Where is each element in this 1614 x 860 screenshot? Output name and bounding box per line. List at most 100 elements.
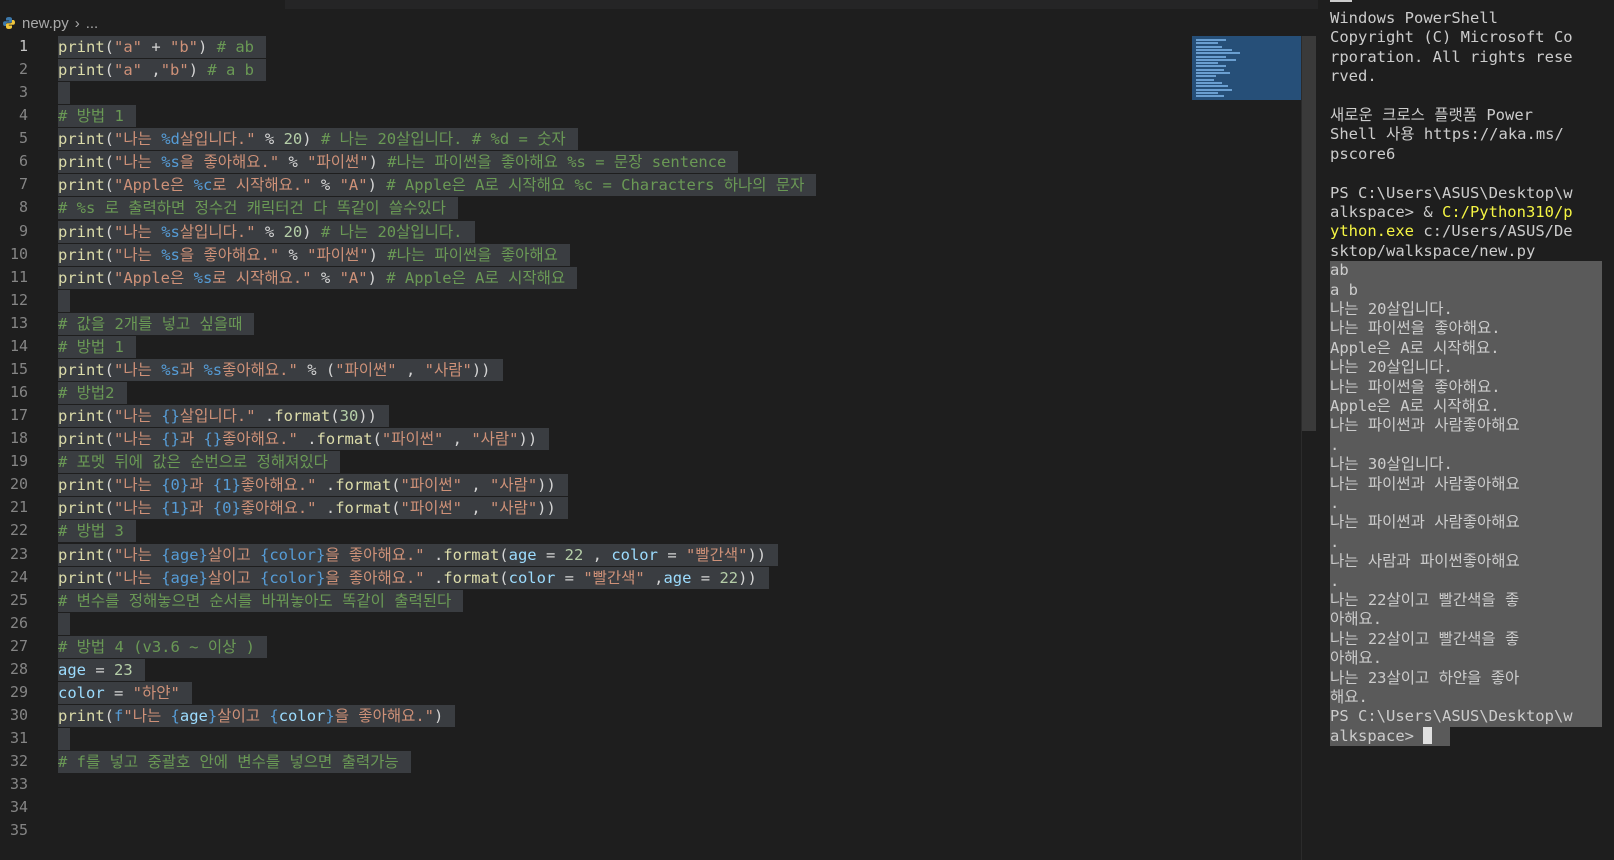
code-text[interactable]: print("나는 %s살입니다." % 20) # 나는 20살입니다. (58, 220, 475, 243)
code-line[interactable]: 1 print("a" + "b") # ab (0, 35, 1320, 59)
code-line[interactable]: 32 # f를 넣고 중괄호 안에 변수를 넣으면 출력가능 (0, 750, 1320, 774)
code-line[interactable]: 14 # 방법 1 (0, 335, 1320, 359)
editor-scrollbar[interactable] (1301, 36, 1316, 860)
code-text[interactable]: print("나는 {1}과 {0}좋아해요." .format("파이썬" ,… (58, 497, 568, 520)
code-line[interactable]: 6 print("나는 %s을 좋아해요." % "파이썬") #나는 파이썬을 … (0, 150, 1320, 174)
code-line[interactable]: 11 print("Apple은 %s로 시작해요." % "A") # Appl… (0, 266, 1320, 290)
terminal-line: 나는 22살이고 빨간색을 좋 (1330, 629, 1602, 650)
code-token: "사람" (424, 360, 472, 379)
code-line[interactable]: 31 (0, 727, 1320, 751)
code-text[interactable]: print("나는 %d살입니다." % 20) # 나는 20살입니다. # … (58, 128, 578, 151)
code-text[interactable]: print("나는 %s을 좋아해요." % "파이썬") #나는 파이썬을 좋… (58, 243, 570, 266)
code-editor[interactable]: 1 print("a" + "b") # ab 2 print("a" ,"b") #… (0, 35, 1340, 860)
code-token: , (583, 545, 612, 564)
code-line[interactable]: 28 age = 23 (0, 658, 1320, 682)
code-text[interactable]: print("나는 {}살입니다." .format(30)) (58, 405, 389, 428)
code-text[interactable]: print("a" ,"b") # a b (58, 59, 267, 82)
code-token: )) (537, 499, 556, 518)
code-token: )) (471, 360, 491, 379)
code-line[interactable]: 16 # 방법2 (0, 381, 1320, 405)
code-token: ) (367, 268, 387, 287)
code-line[interactable]: 8 # %s 로 출력하면 정수건 캐릭터건 다 똑같이 쓸수있다 (0, 196, 1320, 220)
code-line[interactable]: 25 # 변수를 정해놓으면 순서를 바꿔놓아도 똑같이 출력된다 (0, 589, 1320, 613)
code-line[interactable]: 4 # 방법 1 (0, 104, 1320, 128)
code-line[interactable]: 24 print("나는 {age}살이고 {color}을 좋아해요." .fo… (0, 566, 1320, 590)
breadcrumb-file[interactable]: new.py (22, 15, 69, 32)
code-line[interactable]: 7 print("Apple은 %c로 시작해요." % "A") # Apple… (0, 173, 1320, 197)
code-line[interactable]: 15 print("나는 %s과 %s좋아해요." % ("파이썬" , "사람"… (0, 358, 1320, 382)
code-line[interactable]: 5 print("나는 %d살입니다." % 20) # 나는 20살입니다. #… (0, 127, 1320, 151)
code-text[interactable]: print(f"나는 {age}살이고 {color}을 좋아해요.") (58, 705, 456, 728)
code-text[interactable]: print("a" + "b") # ab (58, 36, 267, 58)
code-text[interactable] (58, 289, 70, 312)
code-line[interactable]: 17 print("나는 {}살입니다." .format(30)) (0, 404, 1320, 428)
code-line[interactable]: 33 (0, 773, 1320, 797)
code-text[interactable]: print("나는 {}과 {}좋아해요." .format("파이썬" , "… (58, 428, 550, 451)
code-text[interactable] (58, 728, 70, 751)
code-line[interactable]: 21 print("나는 {1}과 {0}좋아해요." .format("파이썬"… (0, 496, 1320, 520)
code-token: {age} (161, 568, 208, 587)
code-line[interactable]: 12 (0, 289, 1320, 313)
code-text[interactable]: age = 23 (58, 658, 145, 681)
code-line[interactable]: 30 print(f"나는 {age}살이고 {color}을 좋아해요.") (0, 704, 1320, 728)
scrollbar-thumb[interactable] (1302, 36, 1316, 431)
code-line[interactable]: 22 # 방법 3 (0, 519, 1320, 543)
code-line[interactable]: 27 # 방법 4 (v3.6 ~ 이상 ) (0, 635, 1320, 659)
code-token: ) (367, 176, 387, 195)
code-line[interactable]: 34 (0, 796, 1320, 820)
terminal-cursor (1423, 726, 1433, 744)
terminal-line: Apple은 A로 시작해요. (1330, 338, 1602, 359)
code-text[interactable]: print("나는 %s과 %s좋아해요." % ("파이썬" , "사람")) (58, 358, 503, 381)
minimap[interactable] (1192, 36, 1302, 100)
code-line[interactable]: 18 print("나는 {}과 {}좋아해요." .format("파이썬" ,… (0, 427, 1320, 451)
code-text[interactable]: # 값을 2개를 넣고 싶을때 (58, 312, 255, 335)
code-token: {age} (161, 545, 208, 564)
code-token: {0} (212, 499, 241, 518)
code-text[interactable]: print("나는 {0}과 {1}좋아해요." .format("파이썬" ,… (58, 474, 568, 497)
code-line[interactable]: 29 color = "하얀" (0, 681, 1320, 705)
code-line[interactable]: 19 # 포멧 뒤에 값은 순번으로 정해져있다 (0, 450, 1320, 474)
code-text[interactable]: # 방법 1 (58, 335, 136, 358)
code-line[interactable]: 13 # 값을 2개를 넣고 싶을때 (0, 312, 1320, 336)
code-text[interactable]: print("나는 {age}살이고 {color}을 좋아해요." .form… (58, 566, 769, 589)
code-text[interactable]: # 방법 4 (v3.6 ~ 이상 ) (58, 635, 268, 658)
code-line[interactable]: 26 (0, 612, 1320, 636)
code-text[interactable]: # 방법 1 (58, 105, 136, 128)
code-text[interactable]: # 변수를 정해놓으면 순서를 바꿔놓아도 똑같이 출력된다 (58, 589, 464, 612)
breadcrumb-symbols[interactable]: ... (86, 15, 99, 32)
code-line[interactable]: 3 (0, 81, 1320, 105)
code-token: color (611, 545, 658, 564)
code-text[interactable]: # %s 로 출력하면 정수건 캐릭터건 다 똑같이 쓸수있다 (58, 197, 458, 220)
tab-new-py[interactable] (0, 0, 285, 9)
code-text[interactable] (58, 82, 70, 105)
code-line[interactable]: 23 print("나는 {age}살이고 {color}을 좋아해요." .fo… (0, 543, 1320, 567)
code-line[interactable]: 10 print("나는 %s을 좋아해요." % "파이썬") #나는 파이썬을… (0, 243, 1320, 267)
code-text[interactable]: print("Apple은 %c로 시작해요." % "A") # Apple은… (58, 174, 817, 197)
code-token: 살이고 (207, 568, 260, 587)
terminal-text: . (1330, 532, 1340, 551)
code-line[interactable]: 2 print("a" ,"b") # a b (0, 58, 1320, 82)
code-token: # 방법 3 (58, 522, 124, 541)
code-text[interactable]: print("나는 {age}살이고 {color}을 좋아해요." .form… (58, 543, 779, 566)
code-token: , (443, 430, 472, 449)
code-line[interactable]: 35 (0, 819, 1320, 843)
code-text[interactable]: print("나는 %s을 좋아해요." % "파이썬") #나는 파이썬을 좋… (58, 151, 739, 174)
code-line[interactable]: 20 print("나는 {0}과 {1}좋아해요." .format("파이썬"… (0, 473, 1320, 497)
code-line[interactable]: 9 print("나는 %s살입니다." % 20) # 나는 20살입니다. (0, 220, 1320, 244)
code-text[interactable] (58, 612, 70, 635)
minimap-line (1196, 85, 1228, 88)
code-text[interactable]: color = "하얀" (58, 681, 192, 704)
terminal-top-mark (1330, 0, 1352, 2)
code-text[interactable]: # 방법2 (58, 382, 127, 405)
code-token: )) (537, 476, 556, 495)
code-token: , (461, 476, 490, 495)
code-text[interactable]: # 방법 3 (58, 520, 136, 543)
terminal-panel[interactable]: Windows PowerShell Copyright (C) Microsof… (1318, 0, 1614, 860)
code-token: . (424, 545, 444, 564)
code-text[interactable]: # f를 넣고 중괄호 안에 변수를 넣으면 출력가능 (58, 751, 411, 774)
code-token: ( (104, 130, 115, 149)
code-text[interactable]: # 포멧 뒤에 값은 순번으로 정해져있다 (58, 451, 340, 474)
python-file-icon (2, 16, 16, 30)
code-text[interactable]: print("Apple은 %s로 시작해요." % "A") # Apple은… (58, 266, 578, 289)
minimap-line (1196, 95, 1224, 98)
